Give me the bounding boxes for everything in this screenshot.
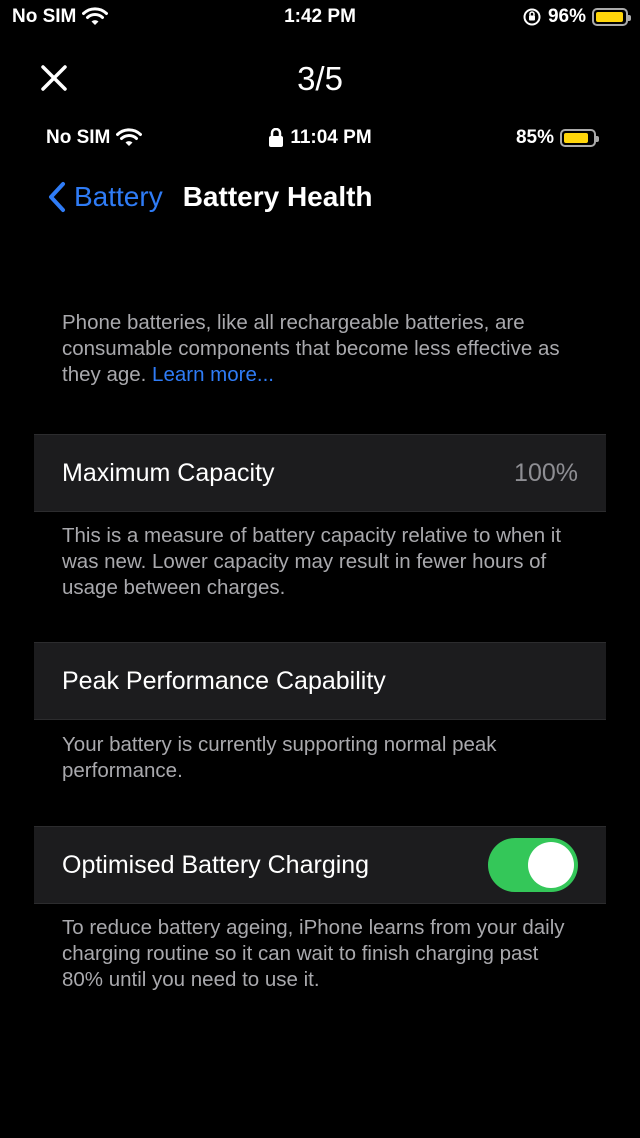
optimised-charging-toggle[interactable] (488, 838, 578, 892)
optimised-charging-row: Optimised Battery Charging (34, 826, 606, 904)
inner-status-time: 11:04 PM (290, 127, 372, 148)
battery-icon (560, 129, 599, 147)
outer-status-right: 96% (522, 6, 631, 28)
lock-icon (269, 128, 284, 147)
peak-performance-label: Peak Performance Capability (62, 666, 386, 695)
intro-text: Phone batteries, like all rechargeable b… (62, 311, 560, 386)
inner-battery-percent: 85% (515, 127, 554, 148)
navigation-bar: Battery Battery Health (34, 172, 606, 222)
intro-description: Phone batteries, like all rechargeable b… (62, 310, 582, 388)
battery-icon (592, 8, 631, 26)
learn-more-link[interactable]: Learn more... (152, 363, 274, 386)
chevron-left-icon (49, 182, 65, 212)
maximum-capacity-row: Maximum Capacity 100% (34, 434, 606, 512)
maximum-capacity-label: Maximum Capacity (62, 458, 275, 487)
battery-fill (564, 133, 588, 143)
optimised-charging-label: Optimised Battery Charging (62, 850, 370, 879)
outer-status-bar: No SIM 1:42 PM 96% (0, 0, 640, 36)
screenshot-image: No SIM 11:04 PM 85% Battery Battery Heal… (34, 120, 606, 1138)
outer-battery-percent: 96% (547, 6, 586, 27)
battery-fill (596, 12, 623, 22)
orientation-lock-icon (523, 8, 541, 26)
toggle-knob (528, 842, 574, 888)
image-viewer-bar: 3/5 (0, 50, 640, 106)
maximum-capacity-description: This is a measure of battery capacity re… (62, 524, 562, 599)
page-counter: 3/5 (297, 60, 343, 97)
optimised-charging-description: To reduce battery ageing, iPhone learns … (62, 916, 565, 991)
inner-status-right: 85% (515, 127, 599, 149)
inner-status-bar: No SIM 11:04 PM 85% (34, 120, 606, 156)
maximum-capacity-value: 100% (514, 458, 578, 487)
peak-performance-description: Your battery is currently supporting nor… (62, 733, 497, 782)
back-label: Battery (74, 181, 163, 212)
page-title: Battery Health (182, 181, 373, 212)
back-button[interactable]: Battery (48, 181, 163, 213)
peak-performance-row: Peak Performance Capability (34, 642, 606, 720)
